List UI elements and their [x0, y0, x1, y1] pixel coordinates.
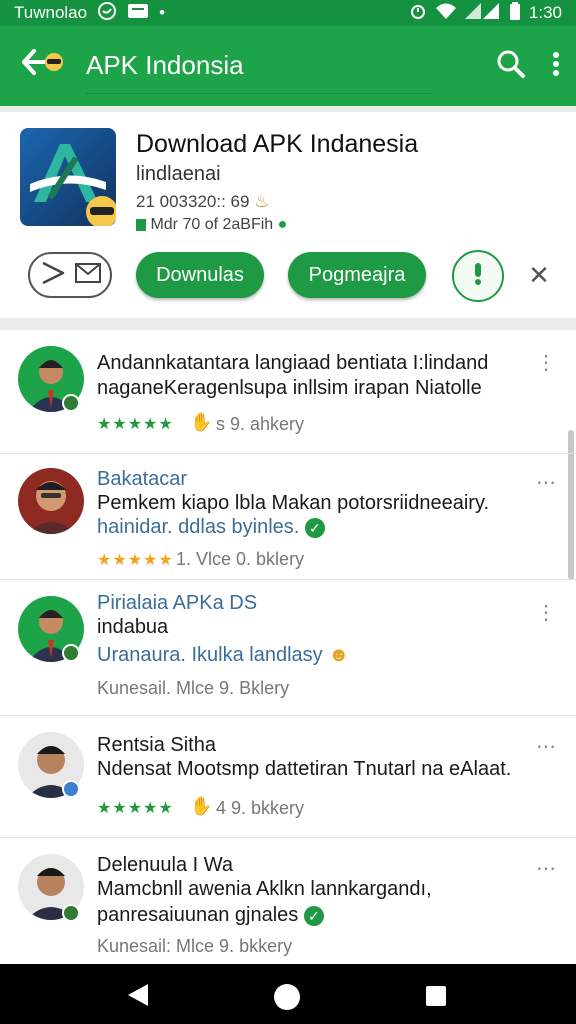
list-item[interactable]: Andannkatantara langiaad bentiata I:lind…	[0, 330, 576, 454]
dismiss-button[interactable]: ✕	[524, 260, 554, 290]
status-left-text: Tuwnolao	[14, 3, 88, 22]
nav-recents-icon[interactable]	[426, 986, 446, 1006]
thumbs-icon[interactable]: ✋	[190, 796, 212, 817]
verified-badge-icon	[62, 904, 80, 922]
review-line-2: indabua	[97, 616, 169, 638]
status-bar: Tuwnolao • 1:30	[0, 0, 576, 26]
app-subtitle: lindlaenai	[136, 163, 221, 185]
rating-box-icon	[136, 218, 146, 231]
review-meta: Kunesail: Mlce 9. bkkery	[97, 936, 293, 956]
battery-icon	[509, 1, 521, 25]
review-line-1: Delenuula I Wa	[97, 854, 233, 876]
search-field[interactable]: APK Indonsia	[86, 38, 432, 94]
tag-icon: ♨	[254, 192, 270, 211]
list-item[interactable]: Rentsia Sitha Ndensat Mootsmp dattetiran…	[0, 716, 576, 838]
list-item[interactable]: Bakatacar Pemkem kiapo lbla Makan potors…	[0, 454, 576, 580]
review-list[interactable]: Andannkatantara langiaad bentiata I:lind…	[0, 330, 576, 964]
notification-dot-icon: •	[159, 3, 166, 22]
share-icon	[39, 260, 67, 291]
mail-icon	[75, 262, 101, 288]
search-query-text: APK Indonsia	[86, 50, 244, 80]
secondary-action-button[interactable]: Pogmeajra	[288, 252, 426, 298]
list-item[interactable]: Delenuula I Wa Mamcbnll awenia Aklkn lan…	[0, 838, 576, 964]
app-logo[interactable]	[20, 128, 118, 228]
check-icon: ✓	[303, 905, 324, 926]
share-button[interactable]	[28, 252, 112, 298]
nav-back-icon[interactable]	[128, 984, 148, 1006]
app-bar: APK Indonsia	[0, 26, 576, 106]
star-rating: ★★★★★	[97, 416, 174, 433]
whatsapp-icon	[97, 1, 117, 26]
more-options-icon[interactable]: ⋯	[536, 856, 557, 881]
nav-home-icon[interactable]	[274, 984, 300, 1010]
status-time: 1:30	[528, 3, 562, 22]
more-options-icon[interactable]: ⋯	[536, 470, 557, 495]
review-line-1: Andannkatantara langiaad bentiata I:lind…	[97, 352, 489, 374]
app-meta-line: 21 003320:: 69 ♨	[136, 192, 269, 212]
app-meta-line-2: Mdr 70 of 2aBFih ●	[136, 216, 287, 234]
search-icon[interactable]	[496, 49, 526, 84]
review-line-3-text: Uranaura. Ikulka landlasy	[97, 644, 323, 666]
more-options-icon[interactable]: ⋮	[536, 350, 557, 375]
info-button[interactable]	[452, 250, 504, 302]
review-line-1: Pirialaia APKa DS	[97, 592, 258, 614]
star-rating: ★★★★★	[97, 552, 174, 569]
system-nav-bar	[0, 964, 576, 1024]
thumbs-icon[interactable]: ✋	[190, 412, 212, 433]
review-line-3: Uranaura. Ikulka landlasy ☻	[97, 644, 349, 667]
back-arrow-icon	[20, 47, 66, 85]
verified-badge-icon	[62, 394, 80, 412]
green-badge-icon: ●	[277, 216, 288, 233]
verified-badge-icon	[62, 780, 80, 798]
alarm-icon	[409, 2, 427, 25]
review-line-1: Rentsia Sitha	[97, 734, 216, 756]
review-line-1: Bakatacar	[97, 468, 188, 490]
back-button[interactable]	[16, 46, 70, 86]
review-line-2: naganeKeragenlsupa inllsim irapan Niatol…	[97, 377, 482, 399]
action-button-row: Downulas Pogmeajra ✕	[0, 250, 576, 302]
close-icon: ✕	[528, 259, 550, 290]
app-title: Download APK Indanesia	[136, 130, 419, 158]
message-icon	[127, 3, 149, 24]
review-line-2: Pemkem kiapo lbla Makan potorsriidneeair…	[97, 492, 490, 514]
review-meta: s 9. ahkery	[216, 414, 305, 434]
signal-icon	[464, 2, 501, 25]
review-line-2: Ndensat Mootsmp dattetiran Tnutarl na eA…	[97, 758, 512, 780]
review-line-3: hainidar. ddlas byinles. ✓	[97, 516, 325, 539]
emoji-icon: ☻	[328, 644, 350, 666]
list-item[interactable]: Pirialaia APKa DS indabua Uranaura. Ikul…	[0, 580, 576, 716]
more-options-icon[interactable]: ⋯	[536, 734, 557, 759]
verified-badge-icon	[62, 644, 80, 662]
more-vert-icon[interactable]	[552, 51, 560, 82]
review-line-3-text: panresaiuunan gjnales	[97, 904, 299, 926]
wifi-icon	[435, 2, 457, 25]
review-meta: 4 9. bkkery	[216, 798, 305, 818]
review-line-3: panresaiuunan gjnales ✓	[97, 904, 324, 927]
check-icon: ✓	[304, 517, 325, 538]
app-meta-size: Mdr 70 of 2aBFih	[150, 216, 274, 233]
app-meta-downloads: 21 003320:: 69	[136, 192, 250, 211]
exclamation-icon	[473, 262, 483, 291]
review-line-2: Mamcbnll awenia Aklkn lannkargandı,	[97, 878, 432, 900]
review-line-3-text: hainidar. ddlas byinles.	[97, 516, 300, 538]
more-options-icon[interactable]: ⋮	[536, 600, 557, 625]
review-meta: 1. Vlce 0. bklery	[176, 549, 305, 569]
app-detail-card: Download APK Indanesia lindlaenai 21 003…	[0, 112, 576, 318]
download-button[interactable]: Downulas	[136, 252, 264, 298]
review-meta: Kunesail. Mlce 9. Bklery	[97, 678, 290, 698]
avatar	[18, 468, 84, 534]
star-rating: ★★★★★	[97, 800, 174, 817]
